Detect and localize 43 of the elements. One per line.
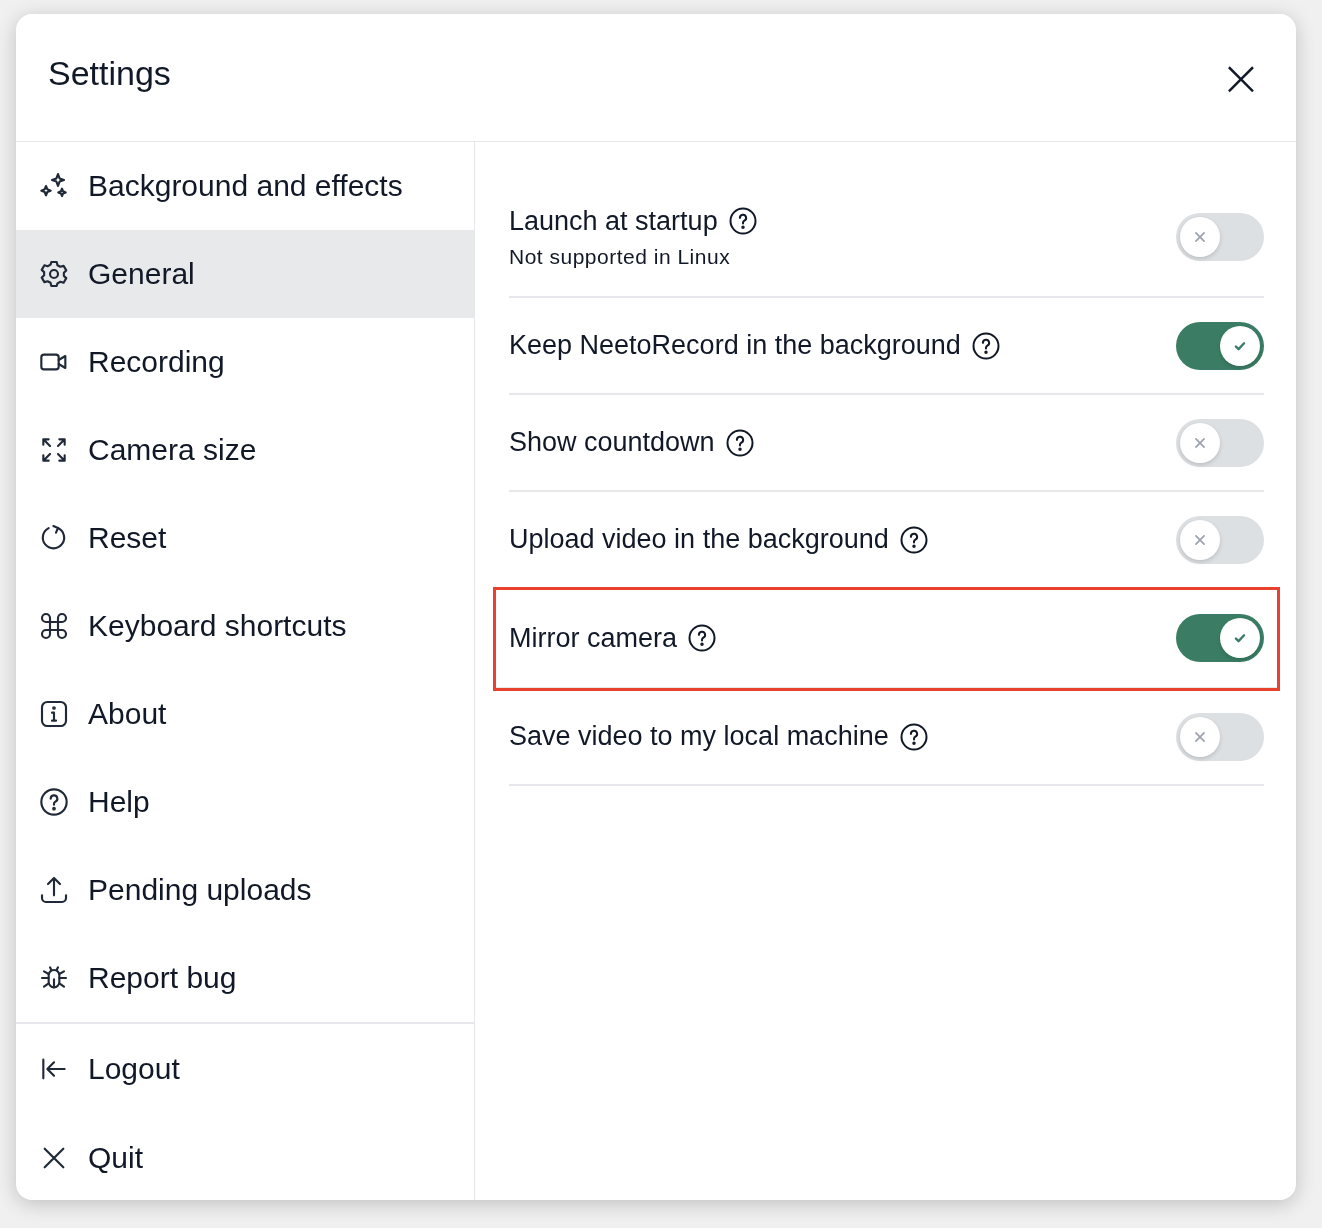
help-icon[interactable] xyxy=(727,206,758,236)
x-icon xyxy=(1193,230,1207,244)
sidebar-item[interactable]: Quit xyxy=(16,1114,474,1200)
sidebar-item[interactable]: Logout xyxy=(16,1024,474,1114)
toggle-switch[interactable] xyxy=(1176,321,1264,370)
sidebar-item[interactable]: Help xyxy=(16,758,474,846)
sidebar-item[interactable]: Reset xyxy=(16,494,474,582)
x-icon xyxy=(1193,729,1207,744)
setting-note: Not supported in Linux xyxy=(509,244,732,269)
sidebar-item[interactable]: Report bug xyxy=(16,934,474,1022)
close-button[interactable]: × xyxy=(1214,52,1268,103)
toggle-switch[interactable] xyxy=(1176,418,1264,467)
setting-label: Keep NeetoRecord in the background xyxy=(509,330,961,361)
toggle-switch[interactable] xyxy=(1176,515,1264,564)
help-icon[interactable] xyxy=(898,721,929,752)
help-icon[interactable] xyxy=(898,524,929,555)
sidebar-item[interactable]: Pending uploads xyxy=(16,846,474,934)
setting-label: Launch at startup xyxy=(509,205,718,237)
info-icon xyxy=(38,698,70,730)
window-title: Settings xyxy=(48,54,171,93)
x-icon xyxy=(1193,435,1207,450)
help-icon[interactable] xyxy=(687,623,717,653)
sidebar-item[interactable]: Camera size xyxy=(16,406,474,494)
sidebar-item[interactable]: Background and effects xyxy=(16,142,474,230)
settings-icon xyxy=(38,258,70,290)
toggle-switch[interactable] xyxy=(1176,614,1264,662)
upload-icon xyxy=(38,874,70,906)
check-icon xyxy=(1233,631,1247,645)
command-key-icon xyxy=(38,610,70,642)
setting-label: Show countdown xyxy=(509,427,715,458)
sidebar-item[interactable]: Keyboard shortcuts xyxy=(16,582,474,670)
toggle-switch[interactable] xyxy=(1176,213,1264,261)
x-icon xyxy=(1193,532,1207,547)
help-icon xyxy=(38,786,70,818)
setting-label: Upload video in the background xyxy=(509,524,889,555)
sidebar-item[interactable]: About xyxy=(16,670,474,758)
setting-label: Save video to my local machine xyxy=(509,721,889,752)
toggle-switch[interactable] xyxy=(1176,712,1264,761)
setting-label: Mirror camera xyxy=(509,622,677,654)
sidebar-item[interactable]: Recording xyxy=(16,318,474,406)
help-icon[interactable] xyxy=(724,427,755,458)
help-icon[interactable] xyxy=(970,330,1001,361)
sidebar-item[interactable]: General xyxy=(16,230,474,318)
